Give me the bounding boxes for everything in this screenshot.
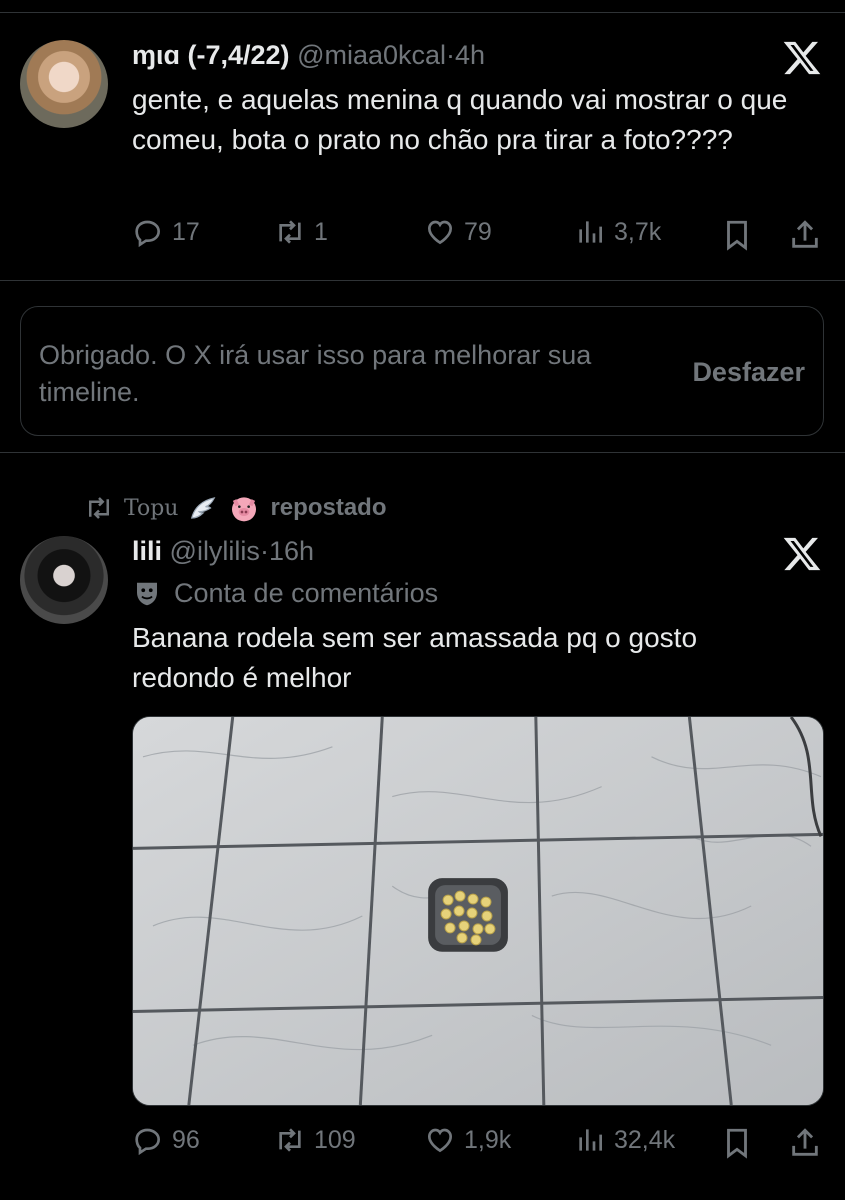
divider xyxy=(0,280,845,281)
handle[interactable]: @ilylilis xyxy=(170,536,260,566)
reply-button[interactable]: 17 xyxy=(132,216,200,248)
display-name[interactable]: lili xyxy=(132,536,162,566)
like-count: 79 xyxy=(464,217,492,246)
x-logo-icon xyxy=(783,41,821,75)
reply-icon xyxy=(135,220,161,248)
reply-count: 17 xyxy=(172,217,200,246)
tweet-actions: 17 1 79 3,7k xyxy=(132,216,822,256)
tweet-actions: 96 109 1,9k 32,4k xyxy=(132,1124,822,1164)
theater-masks-icon xyxy=(137,582,157,605)
feedback-notice: Obrigado. O X irá usar isso para melhora… xyxy=(20,306,824,436)
repost-icon xyxy=(279,1128,301,1152)
views-icon xyxy=(579,221,602,243)
handle[interactable]: @miaa0kcal xyxy=(297,40,446,70)
display-name[interactable]: ɱιɑ (-7,4/22) xyxy=(132,40,290,70)
share-icon[interactable] xyxy=(788,218,822,252)
timestamp[interactable]: 16h xyxy=(269,536,314,566)
views-count: 32,4k xyxy=(614,1125,676,1154)
like-count: 1,9k xyxy=(464,1125,512,1154)
views-icon xyxy=(579,1129,602,1151)
avatar[interactable] xyxy=(20,40,108,128)
tweet-header: lili @ilylilis·16h xyxy=(132,536,314,567)
repost-button[interactable]: 1 xyxy=(274,216,328,248)
reply-count: 96 xyxy=(172,1125,200,1154)
reply-button[interactable]: 96 xyxy=(132,1124,200,1156)
views-count: 3,7k xyxy=(614,217,662,246)
views-button[interactable]: 32,4k xyxy=(574,1124,675,1156)
dot-separator: · xyxy=(259,536,269,566)
tweet-text: gente, e aquelas menina q quando vai mos… xyxy=(132,84,788,155)
bookmark-icon[interactable] xyxy=(720,218,754,252)
repost-icon xyxy=(279,220,301,244)
bookmark-icon[interactable] xyxy=(720,1126,754,1160)
community-label: Conta de comentários xyxy=(174,578,439,608)
notice-text: Obrigado. O X irá usar isso para melhora… xyxy=(39,340,592,407)
share-icon[interactable] xyxy=(788,1126,822,1160)
undo-button[interactable]: Desfazer xyxy=(692,357,805,388)
reply-icon xyxy=(135,1128,161,1156)
tweet-photo[interactable] xyxy=(132,716,824,1106)
floor-plate-photo xyxy=(133,717,823,1105)
avatar[interactable] xyxy=(20,536,108,624)
heart-icon xyxy=(427,1128,453,1153)
heart-icon xyxy=(427,220,453,245)
x-logo-icon xyxy=(783,537,821,571)
timestamp[interactable]: 4h xyxy=(455,40,485,70)
repost-button[interactable]: 109 xyxy=(274,1124,356,1156)
community-label-row[interactable]: Conta de comentários xyxy=(132,578,438,609)
repost-count: 109 xyxy=(314,1125,356,1154)
like-button[interactable]: 79 xyxy=(424,216,492,248)
tweet-header: ɱιɑ (-7,4/22) @miaa0kcal·4h xyxy=(132,40,485,71)
tweet-1[interactable]: ɱιɑ (-7,4/22) @miaa0kcal·4h gente, e aqu… xyxy=(0,0,845,280)
dot-separator: · xyxy=(446,40,456,70)
tweet-text: Banana rodela sem ser amassada pq o gost… xyxy=(132,622,698,693)
views-button[interactable]: 3,7k xyxy=(574,216,661,248)
repost-count: 1 xyxy=(314,217,328,246)
like-button[interactable]: 1,9k xyxy=(424,1124,511,1156)
